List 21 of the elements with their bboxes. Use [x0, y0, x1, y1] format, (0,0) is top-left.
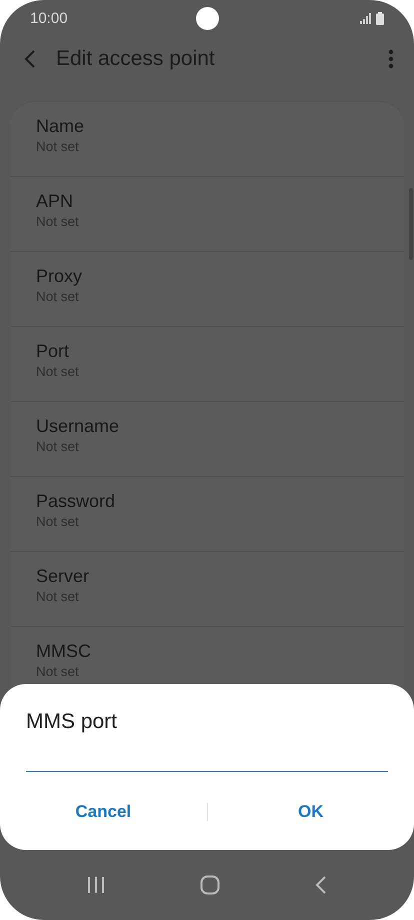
recent-apps-icon[interactable]	[87, 876, 106, 894]
screen-title: Edit access point	[56, 47, 216, 71]
signal-icon	[360, 12, 371, 24]
setting-label: Port	[36, 341, 70, 361]
setting-label: Name	[36, 116, 86, 136]
back-icon[interactable]	[24, 49, 36, 69]
setting-label: Username	[36, 416, 120, 436]
setting-label: Proxy	[36, 266, 84, 286]
status-time: 10:00	[30, 10, 68, 26]
setting-label: MMSC	[36, 641, 92, 661]
camera-cutout	[196, 7, 219, 30]
more-options-icon[interactable]	[388, 49, 394, 69]
dialog-button[interactable]: OK	[208, 790, 414, 834]
back-icon[interactable]	[314, 875, 327, 895]
battery-icon	[376, 12, 384, 24]
home-icon[interactable]	[200, 875, 220, 895]
dialog-button[interactable]: Cancel	[0, 790, 206, 834]
setting-label: Server	[36, 566, 90, 586]
setting-label: Password	[36, 491, 116, 511]
setting-label: APN	[36, 191, 74, 211]
dialog-title: MMS port	[26, 710, 118, 734]
